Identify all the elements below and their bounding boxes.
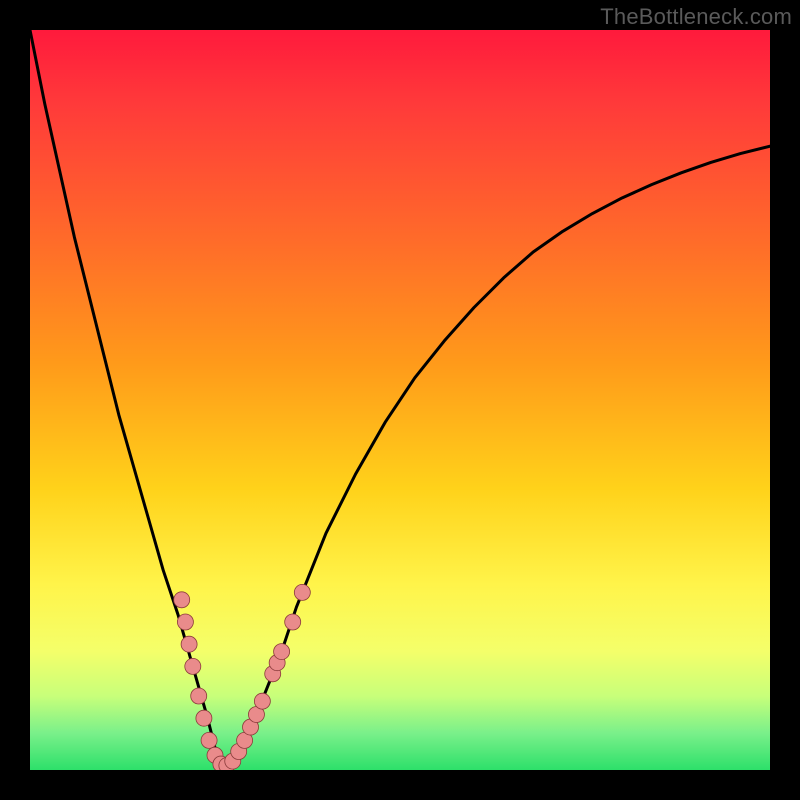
chart-svg [30,30,770,770]
data-marker [185,658,201,674]
data-marker [196,710,212,726]
data-marker [274,644,290,660]
data-markers [174,584,311,770]
bottleneck-curve [30,30,770,766]
chart-frame: TheBottleneck.com [0,0,800,800]
data-marker [191,688,207,704]
data-marker [177,614,193,630]
data-marker [174,592,190,608]
data-marker [201,732,217,748]
data-marker [285,614,301,630]
data-marker [181,636,197,652]
plot-area [30,30,770,770]
data-marker [294,584,310,600]
data-marker [254,693,270,709]
watermark-text: TheBottleneck.com [600,4,792,30]
